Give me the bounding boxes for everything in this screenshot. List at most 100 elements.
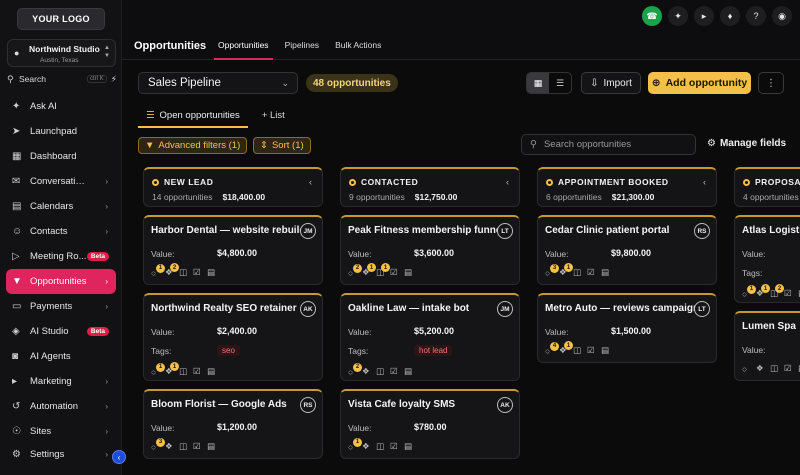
import-button[interactable]: ⇩ Import	[581, 72, 641, 94]
tag-icon[interactable]: ❖ 1	[165, 362, 179, 377]
note-icon[interactable]: ◫	[770, 363, 780, 374]
avatar[interactable]: LT	[694, 301, 710, 317]
calendar-icon[interactable]: ▤	[404, 267, 414, 278]
task-icon[interactable]: ☑	[193, 366, 203, 377]
note-icon[interactable]: ◫	[376, 366, 386, 377]
tab-opportunities[interactable]: Opportunities	[210, 32, 277, 60]
list-view-icon[interactable]: ☰	[549, 73, 571, 93]
task-icon[interactable]: ☑	[587, 267, 597, 278]
manage-fields-button[interactable]: ⚙ Manage fields	[707, 138, 786, 149]
collapse-column-icon[interactable]: ‹	[309, 177, 312, 187]
opportunity-card[interactable]: Vista Cafe loyalty SMS AK Value: $780.00 ○ 1 ❖…	[340, 389, 520, 459]
avatar[interactable]: JM	[300, 223, 316, 239]
chat-icon[interactable]: ○ 2	[348, 263, 362, 278]
opportunity-card[interactable]: Lumen SpaValue:○❖◫☑▤	[734, 311, 800, 381]
sort-button[interactable]: ⇕ Sort (1)	[253, 137, 311, 154]
note-icon[interactable]: ◫	[573, 267, 583, 278]
opportunity-card[interactable]: Atlas Logistics Value: Tags: ○1❖1◫2☑▤	[734, 215, 800, 303]
sidebar-item-ai-studio[interactable]: ◈ AI Studio Beta	[6, 319, 116, 344]
chat-icon[interactable]: ○ 1	[151, 362, 165, 377]
tag-chip[interactable]: seo	[217, 345, 240, 356]
opportunity-card[interactable]: Bloom Florist — Google Ads RS Value: $1,200…	[143, 389, 323, 459]
chat-icon[interactable]: ○	[742, 364, 752, 374]
pipeline-select[interactable]: Sales Pipeline ⌄	[138, 72, 298, 94]
avatar[interactable]: AK	[497, 397, 513, 413]
sidebar-item-ai-agents[interactable]: ◙ AI Agents	[6, 344, 116, 369]
calendar-icon[interactable]: ▤	[207, 441, 217, 452]
sidebar-item-launchpad[interactable]: ➤ Launchpad	[6, 119, 116, 144]
task-icon[interactable]: ☑	[193, 441, 203, 452]
tag-icon[interactable]: ❖ 1	[559, 263, 573, 278]
tag-icon[interactable]: ❖ 1	[362, 263, 376, 278]
bell-icon[interactable]: ♦	[720, 6, 740, 26]
tag-icon[interactable]: ❖	[165, 441, 175, 452]
tag-icon[interactable]: ❖	[362, 441, 372, 452]
sidebar-item-conversations[interactable]: ✉ Conversations ›	[6, 169, 116, 194]
help-icon[interactable]: ?	[746, 6, 766, 26]
sidebar-item-contacts[interactable]: ☺ Contacts ›	[6, 219, 116, 244]
note-icon[interactable]: ◫	[179, 267, 189, 278]
bolt-icon[interactable]: ⚡	[111, 74, 117, 85]
tab-bulk-actions[interactable]: Bulk Actions	[327, 32, 389, 60]
opportunity-card[interactable]: Oakline Law — intake bot JM Value: $5,200.0…	[340, 293, 520, 381]
tag-icon[interactable]: ❖ 1	[559, 341, 573, 356]
brand-logo[interactable]: YOUR LOGO	[17, 8, 105, 30]
opportunity-search-input[interactable]	[543, 139, 684, 150]
sidebar-item-automation[interactable]: ↺ Automation ›	[6, 394, 116, 419]
board-view-icon[interactable]: ▦	[527, 73, 549, 93]
tag-icon[interactable]: ❖	[362, 366, 372, 377]
phone-icon[interactable]: ☎	[642, 6, 662, 26]
collapse-column-icon[interactable]: ‹	[703, 177, 706, 187]
avatar[interactable]: JM	[497, 301, 513, 317]
collapse-column-icon[interactable]: ‹	[506, 177, 509, 187]
sidebar-item-sites[interactable]: ☉ Sites ›	[6, 419, 116, 444]
tab-open-opportunities[interactable]: ☰ Open opportunities	[138, 104, 248, 128]
avatar[interactable]: LT	[497, 223, 513, 239]
sidebar-item-meeting-ro[interactable]: ▷ Meeting Ro... Beta	[6, 244, 116, 269]
opportunity-search[interactable]: ⚲	[521, 134, 696, 155]
sidebar-item-dashboard[interactable]: ▦ Dashboard	[6, 144, 116, 169]
opportunity-card[interactable]: Metro Auto — reviews campaign LT Value: $1,…	[537, 293, 717, 363]
opportunity-card[interactable]: Harbor Dental — website rebuild JM Value: $…	[143, 215, 323, 285]
chat-icon[interactable]: ○ 1	[348, 437, 362, 452]
sidebar-search[interactable]: ⚲ Search ctrl K ⚡	[7, 72, 117, 86]
chat-icon[interactable]: ○ 4	[545, 341, 559, 356]
opportunity-card[interactable]: Northwind Realty SEO retainer AK Value: $2,…	[143, 293, 323, 381]
avatar[interactable]: RS	[300, 397, 316, 413]
note-icon[interactable]: ◫ 1	[376, 263, 390, 278]
calendar-icon[interactable]: ▤	[601, 345, 611, 356]
avatar[interactable]: AK	[300, 301, 316, 317]
chat-icon[interactable]: ○ 3	[151, 437, 165, 452]
chat-icon[interactable]: ○ 2	[348, 362, 362, 377]
note-icon[interactable]: ◫	[179, 366, 189, 377]
calendar-icon[interactable]: ▤	[404, 441, 414, 452]
chat-icon[interactable]: ○ 1	[742, 284, 756, 299]
sidebar-item-marketing[interactable]: ▸ Marketing ›	[6, 369, 116, 394]
sidebar-item-settings[interactable]: ⚙ Settings ›	[6, 442, 116, 467]
task-icon[interactable]: ☑	[390, 366, 400, 377]
magic-wand-icon[interactable]: ✦	[668, 6, 688, 26]
note-icon[interactable]: ◫	[376, 441, 386, 452]
avatar[interactable]: RS	[694, 223, 710, 239]
location-switcher[interactable]: ● Northwind Studio Austin, Texas ▲ ▼	[7, 39, 116, 67]
opportunity-card[interactable]: Cedar Clinic patient portal RS Value: $9,80…	[537, 215, 717, 285]
sidebar-item-ask-ai[interactable]: ✦ Ask AI	[6, 94, 116, 119]
chat-icon[interactable]: ○ 3	[545, 263, 559, 278]
more-options-icon[interactable]: ⋮	[758, 72, 784, 94]
eye-icon[interactable]: ◉	[772, 6, 792, 26]
advanced-filters-button[interactable]: ▼ Advanced filters (1)	[138, 137, 248, 154]
calendar-icon[interactable]: ▤	[601, 267, 611, 278]
tag-icon[interactable]: ❖ 2	[165, 263, 179, 278]
sidebar-item-payments[interactable]: ▭ Payments ›	[6, 294, 116, 319]
calendar-icon[interactable]: ▤	[207, 366, 217, 377]
task-icon[interactable]: ☑	[784, 363, 794, 374]
collapse-sidebar-button[interactable]: ‹	[112, 450, 126, 464]
task-icon[interactable]: ☑	[390, 267, 400, 278]
sidebar-item-calendars[interactable]: ▤ Calendars ›	[6, 194, 116, 219]
note-icon[interactable]: ◫	[179, 441, 189, 452]
task-icon[interactable]: ☑	[587, 345, 597, 356]
tab-pipelines[interactable]: Pipelines	[277, 32, 328, 60]
add-opportunity-button[interactable]: ⊕ Add opportunity	[648, 72, 751, 94]
task-icon[interactable]: ☑	[390, 441, 400, 452]
task-icon[interactable]: ☑	[193, 267, 203, 278]
